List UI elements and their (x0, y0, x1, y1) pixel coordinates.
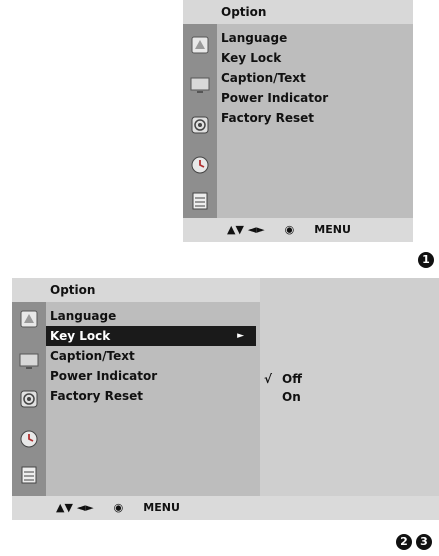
menu-title: Option (221, 5, 267, 19)
nav-arrows-hint: ▲▼ ◄► (56, 501, 94, 514)
audio-icon[interactable] (18, 388, 40, 410)
category-icon-column (12, 302, 46, 496)
menu-footer: ▲▼ ◄► ◉ MENU (183, 218, 413, 242)
menu-item-language[interactable]: Language (221, 28, 287, 48)
menu-item-key-lock[interactable]: Key Lock (221, 48, 281, 68)
menu-item-caption-text[interactable]: Caption/Text (221, 68, 306, 88)
option-icon[interactable] (18, 464, 40, 486)
menu-item-language[interactable]: Language (50, 306, 116, 326)
menu-footer: ▲▼ ◄► ◉ MENU (12, 496, 439, 520)
tv-icon[interactable] (18, 350, 40, 372)
menu-item-key-lock[interactable]: Key Lock ► (46, 326, 256, 346)
audio-icon[interactable] (189, 114, 211, 136)
osd-menu-2: Option Language Key Lock ► Caption/Text … (12, 278, 439, 520)
menu-title-bar: Option (183, 0, 413, 24)
osd-menu-1: Option Language Key Lock Caption/Text Po… (183, 0, 413, 242)
check-mark-icon: √ (264, 372, 273, 386)
submenu-option-off[interactable]: Off (282, 372, 302, 386)
time-icon[interactable] (189, 154, 211, 176)
menu-title: Option (50, 283, 96, 297)
menu-button-hint: MENU (143, 501, 180, 514)
submenu-option-on[interactable]: On (282, 390, 301, 404)
menu-button-hint: MENU (314, 223, 351, 236)
ok-button-icon: ◉ (284, 223, 295, 236)
key-lock-submenu: √ Off On (260, 278, 439, 496)
time-icon[interactable] (18, 428, 40, 450)
picture-icon[interactable] (189, 34, 211, 56)
tv-icon[interactable] (189, 74, 211, 96)
ok-button-icon: ◉ (113, 501, 124, 514)
menu-item-label: Key Lock (50, 329, 111, 343)
submenu-arrow-icon: ► (237, 331, 244, 341)
step-2-badge: 2 (396, 534, 412, 550)
step-1-badge: 1 (418, 252, 434, 268)
menu-item-power-indicator[interactable]: Power Indicator (50, 366, 157, 386)
step-3-badge: 3 (416, 534, 432, 550)
picture-icon[interactable] (18, 308, 40, 330)
option-icon[interactable] (189, 190, 211, 212)
menu-item-factory-reset[interactable]: Factory Reset (221, 108, 314, 128)
menu-item-power-indicator[interactable]: Power Indicator (221, 88, 328, 108)
menu-item-caption-text[interactable]: Caption/Text (50, 346, 135, 366)
nav-arrows-hint: ▲▼ ◄► (227, 223, 265, 236)
category-icon-column (183, 24, 217, 218)
menu-item-factory-reset[interactable]: Factory Reset (50, 386, 143, 406)
